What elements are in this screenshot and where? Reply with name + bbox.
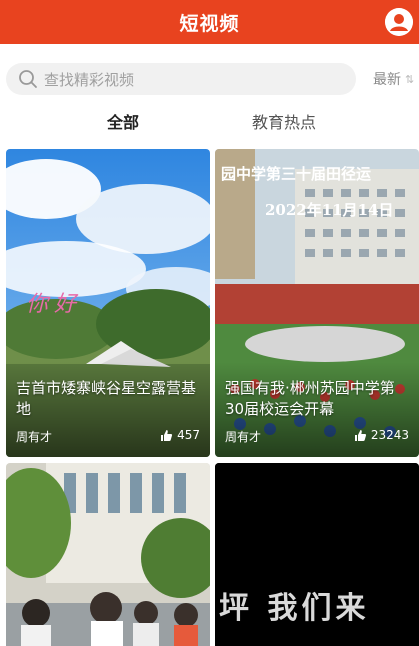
like-count: 23243 (354, 428, 409, 442)
search-input[interactable]: 查找精彩视频 (6, 63, 356, 95)
video-title: 吉首市矮寨峡谷星空露营基地 (16, 379, 197, 418)
video-card[interactable]: 园中学第三十届田径运 2022年11月14日 强国有我·郴州苏园中学第30届校运… (215, 149, 419, 457)
category-tabs: 全部 教育热点 (0, 112, 419, 138)
video-card[interactable] (6, 463, 210, 646)
video-author: 周有才 (16, 430, 53, 444)
video-card[interactable]: 你 好 吉首市矮寨峡谷星空露营基地 周有才 457 (6, 149, 210, 457)
page-title: 短视频 (179, 12, 240, 35)
svg-text:2022年11月14日: 2022年11月14日 (265, 201, 394, 219)
sort-latest-button[interactable]: 最新 ⇅ (373, 69, 414, 89)
thumbs-up-icon (354, 429, 366, 441)
video-thumbnail: 坪 我们来 (215, 463, 419, 646)
like-count: 457 (160, 428, 200, 442)
app-header: 短视频 (0, 0, 419, 44)
tab-education-hot[interactable]: 教育热点 (252, 112, 316, 136)
user-avatar-button[interactable] (385, 8, 413, 36)
video-card[interactable]: 坪 我们来 (215, 463, 419, 646)
svg-text:你: 你 (26, 292, 51, 317)
svg-text:坪 我们来: 坪 我们来 (219, 591, 369, 626)
video-author: 周有才 (225, 430, 262, 444)
like-count-value: 23243 (370, 428, 409, 442)
svg-text:园中学第三十届田径运: 园中学第三十届田径运 (221, 165, 371, 183)
sort-label: 最新 (373, 72, 401, 88)
sort-arrows-icon: ⇅ (405, 72, 415, 86)
video-title: 强国有我·郴州苏园中学第30届校运会开幕 (225, 379, 395, 418)
search-icon (19, 70, 37, 88)
video-thumbnail (6, 463, 210, 646)
like-count-value: 457 (177, 428, 200, 442)
thumbs-up-icon (161, 429, 173, 441)
user-circle-icon (385, 8, 413, 36)
tab-all[interactable]: 全部 (107, 112, 139, 136)
search-row: 查找精彩视频 最新 ⇅ (0, 44, 419, 112)
svg-text:好: 好 (54, 292, 79, 317)
search-placeholder: 查找精彩视频 (44, 70, 135, 89)
